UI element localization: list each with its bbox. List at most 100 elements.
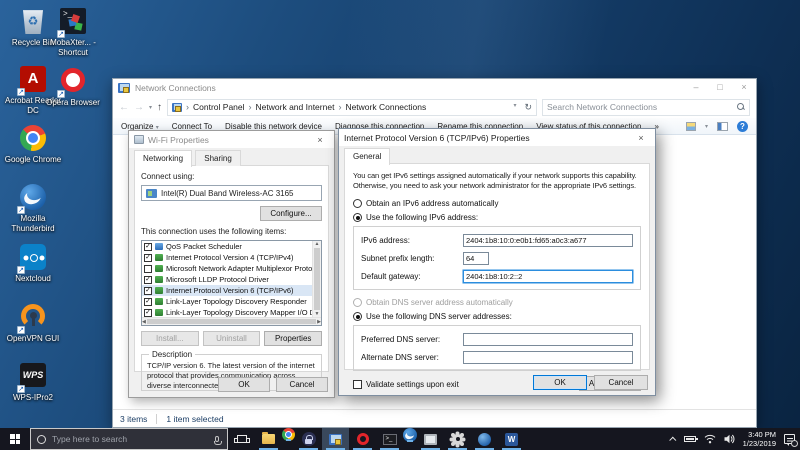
tab-general[interactable]: General	[344, 148, 390, 165]
tab-networking[interactable]: Networking	[134, 150, 192, 167]
address-bar[interactable]: › Control Panel › Network and Internet ›…	[167, 99, 537, 116]
checkbox[interactable]	[144, 243, 152, 251]
history-dropdown-icon[interactable]: ▾	[149, 104, 152, 111]
taskbar-remote-app[interactable]	[417, 428, 444, 450]
radio-icon[interactable]	[353, 199, 362, 208]
subnet-prefix-field[interactable]	[463, 252, 489, 265]
view-dropdown-icon[interactable]: ▾	[705, 123, 708, 130]
change-view-icon[interactable]	[686, 122, 696, 131]
checkbox[interactable]	[144, 276, 152, 284]
breadcrumb-control-panel[interactable]: Control Panel	[193, 102, 245, 112]
radio-icon[interactable]	[353, 298, 362, 307]
configure-button[interactable]: Configure...	[260, 206, 322, 221]
breadcrumb-network-and-internet[interactable]: Network and Internet	[256, 102, 335, 112]
scrollbar-thumb[interactable]	[147, 319, 316, 324]
search-input[interactable]	[547, 102, 737, 112]
hidden-icons-chevron-icon[interactable]	[669, 436, 676, 443]
ipv6-dialog-title-bar[interactable]: Internet Protocol Version 6 (TCP/IPv6) P…	[339, 129, 655, 146]
scroll-right-icon[interactable]: ▶	[317, 319, 321, 325]
desktop-icon-wps[interactable]: WPS↗ WPS-IPro2	[0, 362, 66, 403]
install-button[interactable]: Install...	[141, 331, 199, 346]
desktop-icon-openvpn[interactable]: ↗ OpenVPN GUI	[0, 303, 66, 344]
volume-icon[interactable]	[724, 434, 735, 444]
protocol-item[interactable]: QoS Packet Scheduler	[142, 241, 312, 252]
checkbox[interactable]	[144, 287, 152, 295]
ok-button[interactable]: OK	[533, 375, 587, 390]
taskbar-lock-app[interactable]	[295, 428, 322, 450]
desktop-icon-label: WPS-IPro2	[0, 393, 66, 403]
scrollbar-thumb[interactable]	[314, 248, 320, 310]
breadcrumb-network-connections[interactable]: Network Connections	[345, 102, 426, 112]
wifi-icon[interactable]	[704, 434, 716, 444]
checkbox[interactable]	[144, 265, 152, 273]
microphone-icon[interactable]	[215, 436, 219, 442]
desktop-icon-nextcloud[interactable]: ↗ Nextcloud	[0, 244, 66, 284]
preview-pane-icon[interactable]	[717, 122, 728, 131]
default-gateway-field[interactable]	[463, 270, 633, 283]
checkbox[interactable]	[144, 309, 152, 317]
radio-obtain-ipv6-auto[interactable]: Obtain an IPv6 address automatically	[353, 199, 641, 208]
task-view-button[interactable]	[228, 428, 255, 450]
close-button[interactable]: ×	[732, 79, 756, 96]
scroll-up-icon[interactable]: ▲	[313, 241, 321, 247]
address-dropdown-icon[interactable]: ▾	[513, 102, 516, 113]
taskbar-network-connections[interactable]	[322, 428, 349, 450]
desktop-icon-opera[interactable]: ↗ Opera Browser	[40, 66, 106, 108]
radio-icon[interactable]	[353, 213, 362, 222]
close-icon[interactable]: ×	[632, 133, 650, 143]
radio-use-dns-addresses[interactable]: Use the following DNS server addresses:	[353, 312, 641, 321]
tab-sharing[interactable]: Sharing	[195, 150, 241, 166]
radio-use-ipv6-address[interactable]: Use the following IPv6 address:	[353, 213, 641, 222]
taskbar-globe-app[interactable]	[471, 428, 498, 450]
back-icon[interactable]: ←	[119, 102, 129, 113]
desktop-icon-mobaxterm[interactable]: >_↗ MobaXter... - Shortcut	[40, 8, 106, 57]
cancel-button[interactable]: Cancel	[276, 377, 328, 392]
forward-icon[interactable]: →	[134, 102, 144, 113]
refresh-icon[interactable]: ↻	[524, 102, 532, 113]
taskbar-clock[interactable]: 3:40 PM 1/23/2019	[743, 430, 776, 449]
ipv6-address-field[interactable]	[463, 234, 633, 247]
desktop-icon-thunderbird[interactable]: ↗ Mozilla Thunderbird	[0, 184, 66, 233]
radio-obtain-dns-auto[interactable]: Obtain DNS server address automatically	[353, 298, 641, 307]
vertical-scrollbar[interactable]: ▲▼	[312, 241, 321, 317]
scroll-left-icon[interactable]: ◀	[142, 319, 146, 325]
horizontal-scrollbar[interactable]: ◀▶	[142, 317, 321, 325]
help-icon[interactable]: ?	[737, 121, 748, 132]
alternate-dns-field[interactable]	[463, 351, 633, 364]
taskbar-opera[interactable]	[349, 428, 376, 450]
taskbar-thunderbird[interactable]	[403, 428, 417, 442]
uninstall-button[interactable]: Uninstall	[203, 331, 261, 346]
protocol-item[interactable]: Link-Layer Topology Discovery Responder	[142, 296, 312, 307]
validate-checkbox[interactable]	[353, 380, 362, 389]
wifi-dialog-title-bar[interactable]: Wi-Fi Properties ×	[129, 131, 334, 148]
taskbar-chrome[interactable]	[282, 428, 295, 441]
taskbar-terminal[interactable]: >_	[376, 428, 403, 450]
radio-icon[interactable]	[353, 312, 362, 321]
taskbar-search[interactable]	[30, 428, 228, 450]
explorer-search[interactable]	[542, 99, 750, 116]
preferred-dns-field[interactable]	[463, 333, 633, 346]
close-icon[interactable]: ×	[311, 135, 329, 145]
checkbox[interactable]	[144, 254, 152, 262]
action-center-icon[interactable]	[784, 434, 795, 444]
explorer-title-bar[interactable]: Network Connections – □ ×	[113, 79, 756, 96]
up-icon[interactable]: ↑	[157, 102, 162, 113]
taskbar-word[interactable]: W	[498, 428, 525, 450]
protocol-item[interactable]: Link-Layer Topology Discovery Mapper I/O…	[142, 307, 312, 317]
desktop-icon-chrome[interactable]: Google Chrome	[0, 125, 66, 165]
ok-button[interactable]: OK	[218, 377, 270, 392]
maximize-button[interactable]: □	[708, 79, 732, 96]
protocol-item[interactable]: Internet Protocol Version 4 (TCP/IPv4)	[142, 252, 312, 263]
checkbox[interactable]	[144, 298, 152, 306]
start-button[interactable]	[0, 428, 30, 450]
properties-button[interactable]: Properties	[264, 331, 322, 346]
taskbar-file-explorer[interactable]	[255, 428, 282, 450]
protocol-item[interactable]: Microsoft Network Adapter Multiplexor Pr…	[142, 263, 312, 274]
protocol-item-selected[interactable]: Internet Protocol Version 6 (TCP/IPv6)	[142, 285, 312, 296]
taskbar-settings[interactable]	[444, 428, 471, 450]
cancel-button[interactable]: Cancel	[594, 375, 648, 390]
protocol-item[interactable]: Microsoft LLDP Protocol Driver	[142, 274, 312, 285]
taskbar-search-input[interactable]	[52, 434, 209, 444]
minimize-button[interactable]: –	[684, 79, 708, 96]
battery-icon[interactable]	[684, 436, 696, 442]
